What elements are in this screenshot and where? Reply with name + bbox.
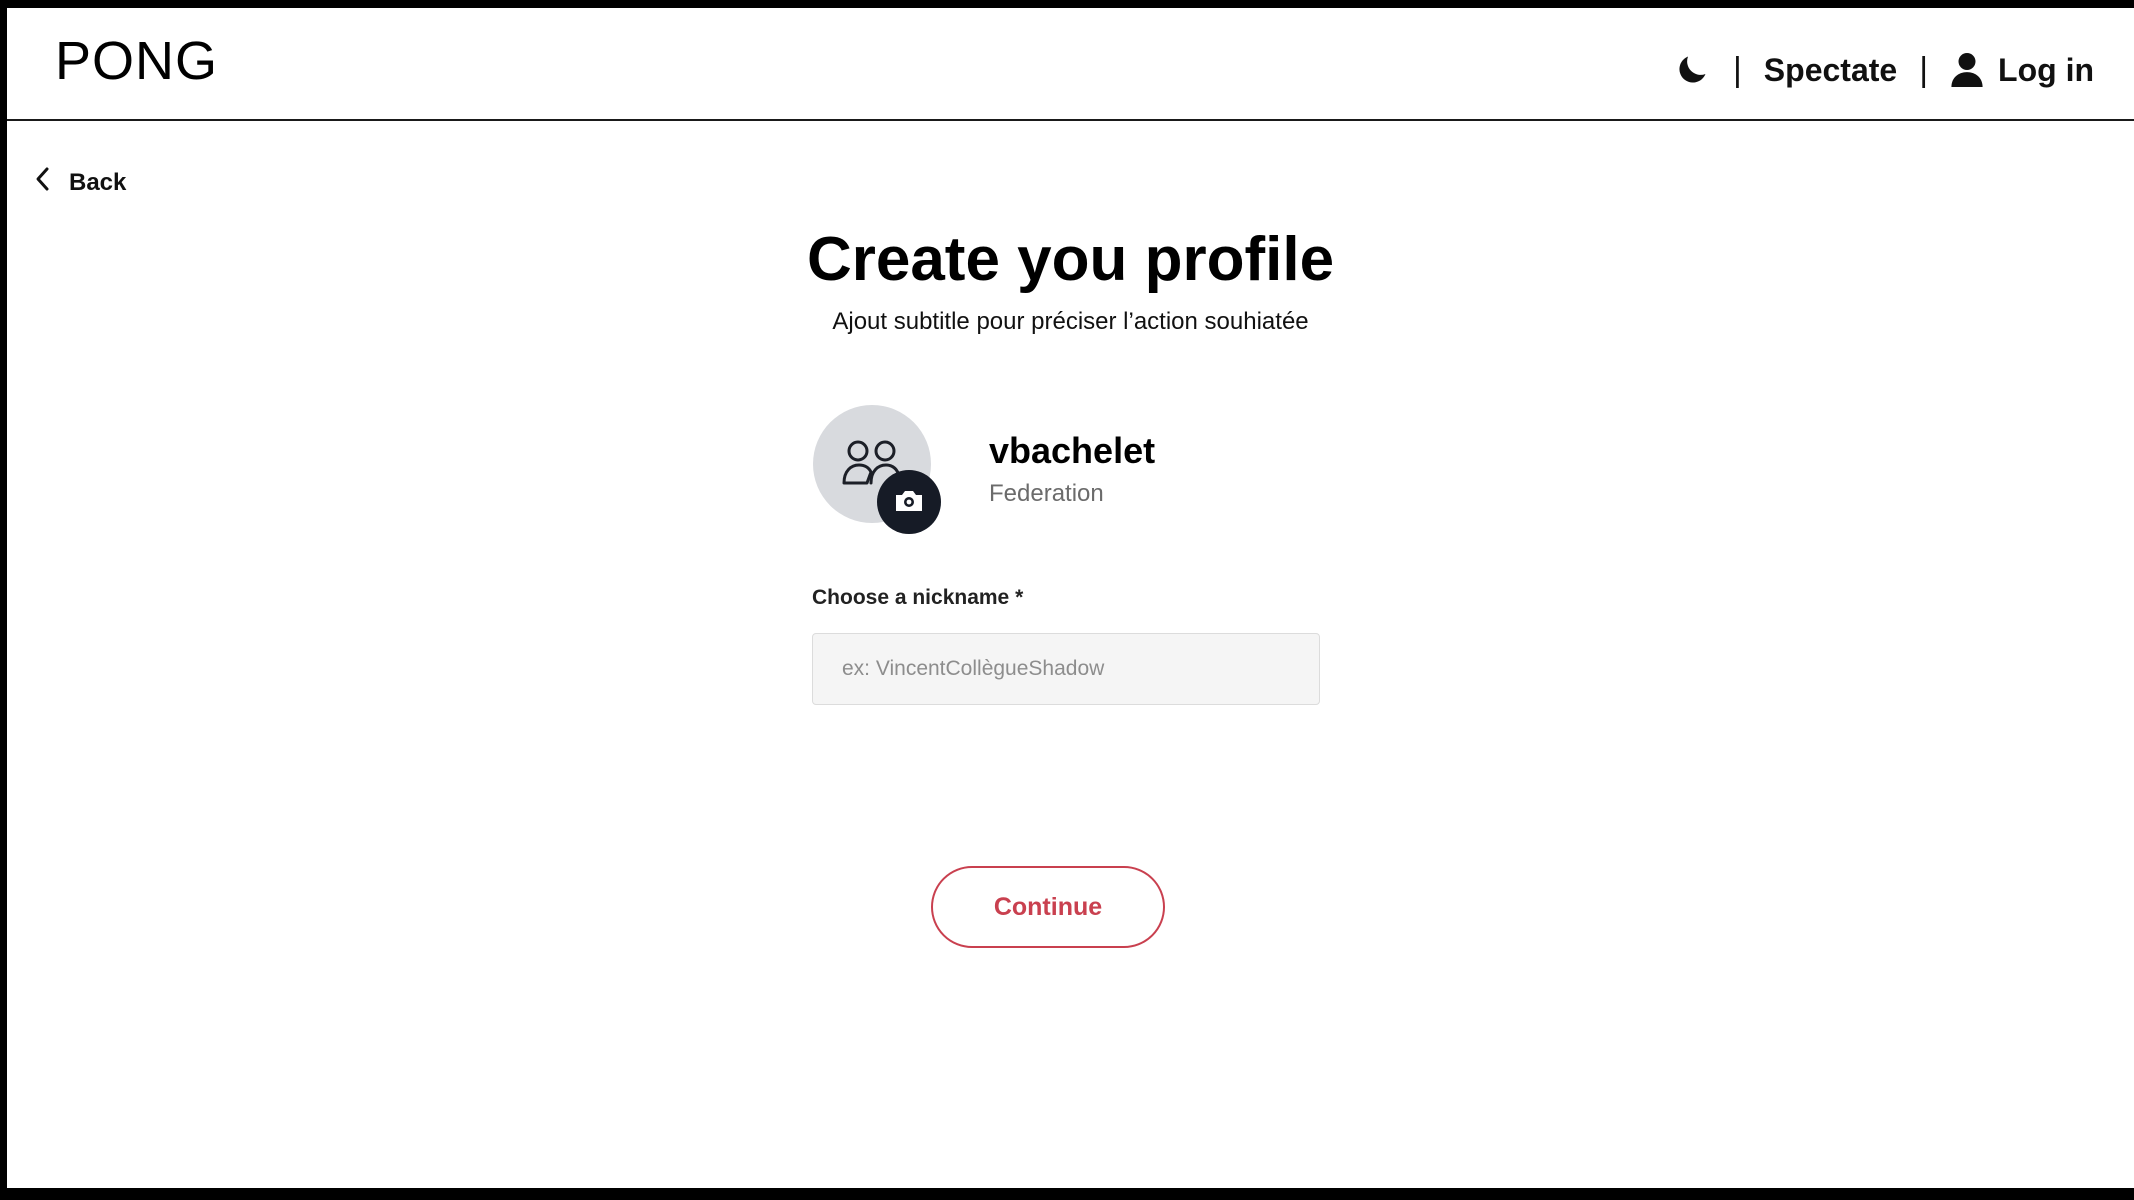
moon-icon[interactable] (1673, 51, 1711, 89)
page-title: Create you profile (806, 225, 1335, 294)
back-label: Back (69, 168, 127, 196)
app-window: PONG | Spectate | Log in Back Create you… (7, 8, 2134, 1188)
top-bar: PONG | Spectate | Log in (7, 8, 2134, 121)
user-icon (1950, 51, 1984, 89)
chevron-left-icon (35, 166, 51, 199)
nickname-label: Choose a nickname * (812, 586, 1024, 609)
page-subtitle: Ajout subtitle pour préciser l’action so… (832, 308, 1309, 335)
camera-icon (894, 487, 924, 518)
nav-separator: | (1919, 50, 1929, 89)
spectate-link[interactable]: Spectate (1764, 52, 1897, 89)
change-photo-button[interactable] (877, 470, 941, 534)
profile-username: vbachelet (989, 430, 1156, 471)
top-nav: | Spectate | Log in (1673, 38, 2094, 102)
nickname-input[interactable] (812, 633, 1320, 705)
continue-button[interactable]: Continue (931, 866, 1165, 948)
profile-campus: Federation (989, 480, 1104, 507)
back-button[interactable]: Back (35, 166, 126, 199)
login-label: Log in (1998, 51, 2094, 88)
nav-separator: | (1732, 50, 1742, 89)
logo[interactable]: PONG (55, 30, 218, 92)
login-link[interactable]: Log in (1950, 51, 2094, 89)
